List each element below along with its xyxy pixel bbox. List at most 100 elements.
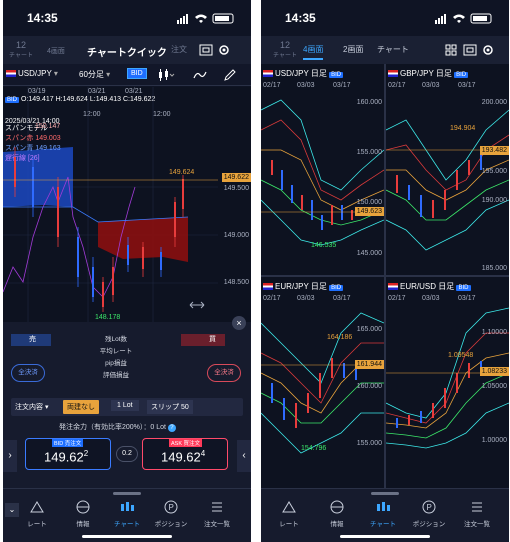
screenshot-icon[interactable] [463,44,477,56]
chart-gbp-jpy-title: GBP/JPY 日足 BID [388,68,469,79]
q2-last-tag: 193.482 [479,146,509,155]
chart-usd-jpy[interactable]: USD/JPY 日足 BID 02/17 03/03 03/17 160.000… [261,64,384,275]
tab-info[interactable]: 情報 [63,499,103,528]
slippage-input[interactable]: スリップ 50 [147,400,193,414]
tab-4screen[interactable]: 4画面 [47,46,65,56]
grid-layout-icon[interactable] [445,44,457,56]
bid-price: 149.622 [44,449,88,464]
chart-eur-usd[interactable]: EUR/USD 日足 BID 02/17 03/03 03/17 1.10000… [386,277,509,488]
q3-axis-1: 165.000 [356,326,382,333]
tab-2screen[interactable]: 2画面 [343,44,363,55]
q1-axis-4: 145.000 [356,250,382,257]
bid-toggle[interactable]: BID [127,68,147,79]
gear-icon[interactable] [481,43,495,57]
home-indicator [340,535,430,538]
close-all-buy-button[interactable]: 全決済 [207,364,241,382]
flag-icon [263,283,273,291]
axis-label-2: 149.000 [223,232,249,239]
tab-order[interactable]: 注文 [171,44,187,55]
ask-price-main: 149.62 [161,449,201,465]
tab-chart[interactable]: チャート [363,499,403,528]
buy-header: 買 [181,334,225,346]
ask-buy-tag: ASK 買注文 [169,439,203,447]
chart-eur-usd-pair: EUR/USD [400,282,437,291]
q4-date-1: 02/17 [388,295,406,302]
lot-input[interactable]: 1 Lot [111,400,139,411]
hedge-toggle[interactable]: 両建なし [63,400,99,414]
q3-date-2: 03/03 [297,295,315,302]
tab-back[interactable]: 12 チャート [273,40,297,59]
main-chart[interactable]: BID O:149.417 H:149.624 L:149.413 C:149.… [3,87,251,322]
axis-label-1: 149.500 [223,185,249,192]
chevron-right-icon[interactable]: ‹ [237,440,251,472]
interval-selector[interactable]: 60分足 ▾ [79,69,110,80]
q3-low-label: 154.796 [301,445,327,452]
bid-sell-button[interactable]: BID 売注文 149.622 [25,438,111,470]
order-type-selector[interactable]: 注文内容 ▾ [15,402,48,412]
high-label: 149.624 [169,169,195,176]
tab-order-list[interactable]: 注文一覧 [457,499,497,528]
tab-position[interactable]: P ポジション [409,499,449,528]
chart-gbp-jpy[interactable]: GBP/JPY 日足 BID 02/17 03/03 03/17 200.000… [386,64,509,275]
chart-usd-jpy-interval: 日足 [310,69,327,78]
indicator-row-1: スパン赤 149.003 [5,133,61,143]
bid-sell-tag: BID 売注文 [52,439,84,447]
chart-eur-jpy[interactable]: EUR/JPY 日足 BID 02/17 03/03 03/17 165.000… [261,277,384,488]
q2-date-3: 03/17 [458,82,476,89]
tab-info[interactable]: 情報 [317,499,357,528]
low-label: 148.178 [95,314,121,321]
chart-toolbar: USD/JPY ▾ 60分足 ▾ BID [3,64,251,86]
chart-eur-usd-interval: 日足 [438,282,455,291]
tab-rate[interactable]: レート [17,499,57,528]
close-icon[interactable]: × [232,316,246,330]
pair-selector[interactable]: USD/JPY ▾ [6,69,58,78]
tab-rate[interactable]: レート [269,499,309,528]
left-phone-screen: 14:35 12 チャート 4画面 チャートクイック 注文 USD/JPY ▾ … [3,0,251,542]
q3-date-3: 03/17 [333,295,351,302]
help-icon[interactable]: ? [167,424,176,432]
row-avg-rate: 平均レート [99,348,133,355]
indicator-icon[interactable] [193,69,207,81]
ask-buy-button[interactable]: ASK 買注文 149.624 [142,438,228,470]
row-lots: 残Lot数 [104,336,128,343]
tab-chart-single[interactable]: チャート [377,44,409,55]
chart-candles-icon [121,502,134,511]
status-time: 14:35 [27,11,58,25]
q4-axis-1: 1.10000 [481,329,507,336]
drawer-handle[interactable] [371,492,399,495]
tab-rate-label: レート [27,521,47,528]
chart-candles-icon [377,502,390,511]
chart-gbp-jpy-interval: 日足 [435,69,452,78]
tab-back[interactable]: 12 チャート [9,40,33,59]
close-all-sell-button[interactable]: 全決済 [11,364,45,382]
pencil-icon[interactable] [223,68,237,82]
chart-eur-usd-bid: BID [456,285,471,291]
flag-icon [388,283,398,291]
q4-axis-3: 1.00000 [481,437,507,444]
screenshot-icon[interactable] [199,44,213,56]
indicator-row-3: 遅行線 [26] [5,153,61,163]
gear-icon[interactable] [217,43,231,57]
order-settings-row: 注文内容 ▾ 両建なし 1 Lot スリップ 50 [11,398,243,416]
candlestick-type-icon[interactable] [157,69,175,81]
q2-canvas [386,109,509,251]
interval-label: 60分足 [79,70,104,79]
tab-order-list[interactable]: 注文一覧 [197,499,237,528]
tab-position[interactable]: P ポジション [151,499,191,528]
multi-chart-header: 12 チャート 4画面 2画面 チャート [261,36,509,64]
indicator-row-3-label: 遅行線 [5,155,26,162]
resize-arrows-icon[interactable] [189,300,205,310]
chart-usd-jpy-bid: BID [329,72,344,78]
page-title: チャートクイック [87,48,167,59]
drawer-handle[interactable] [113,492,141,495]
tab-back-count: 12 [15,40,26,50]
bottom-tab-bar: ⌄ レート 情報 チャート P ポジション 注文一覧 [3,488,251,542]
flag-icon [388,70,398,78]
chevron-left-icon[interactable]: › [3,440,17,472]
tab-chart[interactable]: チャート [107,499,147,528]
q3-date-1: 02/17 [263,295,281,302]
bottom-tab-bar: レート 情報 チャート P ポジション 注文一覧 [261,488,509,542]
spread-badge: 0.2 [116,446,138,462]
tab-4screen[interactable]: 4画面 [303,44,324,60]
list-icon [212,502,222,512]
